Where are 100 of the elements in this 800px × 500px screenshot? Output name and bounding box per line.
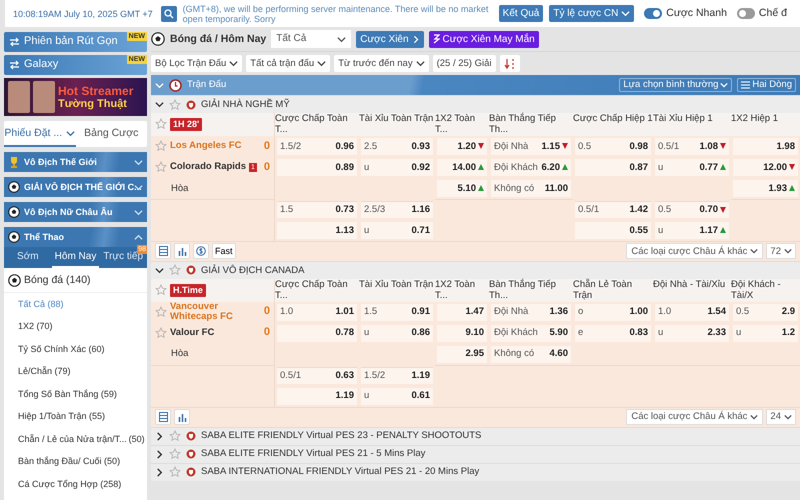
star-icon[interactable]	[169, 466, 181, 478]
odds-cell[interactable]: 0.87	[575, 158, 651, 176]
odds-cell[interactable]: Đội Khách 6.20	[491, 158, 571, 176]
sport-tab[interactable]: Sớm	[4, 247, 52, 268]
toggle-switch[interactable]	[736, 8, 755, 19]
odds-cell[interactable]: o 1.00	[575, 304, 651, 321]
odds-cell[interactable]: 1.93	[733, 180, 798, 197]
star-icon[interactable]	[155, 327, 167, 340]
search-button[interactable]	[160, 6, 177, 22]
odds-cell[interactable]: 12.00	[733, 158, 798, 176]
odds-cell[interactable]: 1.13	[277, 222, 357, 239]
tool-button[interactable]	[174, 243, 190, 260]
odds-cell[interactable]: e 0.83	[575, 324, 651, 342]
section-header[interactable]: Vô Địch Nữ Châu Âu	[4, 202, 147, 222]
odds-cell[interactable]: 0.78	[277, 324, 357, 342]
tool-button[interactable]	[155, 243, 171, 260]
chevron-right-icon[interactable]	[155, 432, 164, 441]
market-item[interactable]: Bàn thắng Đầu/ Cuối (50)	[4, 450, 147, 473]
market-item[interactable]: Lẻ/Chẵn (79)	[4, 360, 147, 383]
odds-cell[interactable]: Đội Nhà 1.36	[491, 304, 571, 321]
odds-cell[interactable]: u 0.77	[655, 158, 729, 176]
odds-cell[interactable]: 1.19	[277, 388, 357, 405]
odds-cell[interactable]: 1.5 0.73	[277, 200, 357, 218]
odds-cell[interactable]: 14.00	[437, 158, 487, 176]
odds-cell[interactable]: 0.5/1 1.42	[575, 200, 651, 218]
market-item[interactable]: Cá Cược Tổng Hợp (258)	[4, 473, 147, 496]
filter-dropdown[interactable]: Bộ Lọc Trận Đấu	[151, 55, 242, 72]
odds-cell[interactable]: u 0.71	[361, 222, 433, 239]
odds-cell[interactable]: u 0.92	[361, 158, 433, 176]
sport-item[interactable]: Bóng đá (140)	[4, 268, 147, 293]
sidebar-tab[interactable]: Bảng Cược	[76, 121, 147, 147]
star-icon[interactable]	[169, 430, 181, 442]
odds-cell[interactable]: 2.95	[437, 346, 487, 363]
chevron-right-icon[interactable]	[155, 468, 164, 477]
star-icon[interactable]	[169, 448, 181, 460]
odds-cell[interactable]: 1.5/2 0.96	[277, 138, 357, 155]
odds-cell[interactable]: 5.10	[437, 180, 487, 197]
odds-cell[interactable]: 0.55	[575, 222, 651, 239]
lucky-parlay-button[interactable]: Cược Xiên May Mắn	[428, 30, 539, 48]
odds-cell[interactable]: 1.0 1.01	[277, 304, 357, 321]
market-item[interactable]: Tỷ Số Chính Xác (60)	[4, 338, 147, 360]
tool-button[interactable]	[155, 409, 171, 426]
odds-cell[interactable]: u 0.61	[361, 388, 433, 405]
odds-cell[interactable]: u 1.17	[655, 222, 729, 239]
odds-cell[interactable]: 9.10	[437, 324, 487, 342]
filter-dropdown[interactable]: Tất cả trận đấu	[246, 55, 330, 72]
market-item[interactable]: Tất Cả (88)	[4, 293, 147, 316]
star-icon[interactable]	[155, 306, 167, 318]
star-icon[interactable]	[155, 140, 167, 152]
section-header[interactable]: GIẢI VÔ ĐỊCH THẾ GIỚI C...	[4, 177, 147, 197]
section-header[interactable]: Vô Địch Thế Giới	[4, 152, 147, 172]
count-dropdown[interactable]: 72	[766, 243, 796, 260]
odds-cell[interactable]: u 0.86	[361, 324, 433, 342]
odds-cell[interactable]: 1.0 1.54	[655, 304, 729, 321]
odds-cell[interactable]: 0.5/1 0.63	[277, 366, 357, 384]
section-header[interactable]: Thể Thao	[4, 227, 147, 247]
odds-cell[interactable]: 0.5 2.9	[733, 304, 798, 321]
odds-cell[interactable]: 2.5 0.93	[361, 138, 433, 155]
tool-button[interactable]	[193, 243, 209, 260]
toggle-switch[interactable]	[644, 8, 662, 19]
odds-cell[interactable]: 1.98	[733, 138, 798, 155]
chevron-right-icon[interactable]	[155, 450, 164, 459]
odds-cell[interactable]: 1.5/2 1.19	[361, 366, 433, 384]
market-item[interactable]: Tổng Số Bàn Thắng (59)	[4, 383, 147, 406]
filter-dropdown[interactable]: Từ trước đến nay	[334, 55, 429, 72]
odds-cell[interactable]: 0.5 0.98	[575, 138, 651, 155]
odds-cell[interactable]: 0.5/1 1.08	[655, 138, 729, 155]
league-name[interactable]: GIẢI NHÀ NGHỀ MỸ	[201, 98, 290, 110]
odds-cell[interactable]: u 2.33	[655, 324, 729, 342]
odds-cell[interactable]: 0.89	[277, 158, 357, 176]
odds-cell[interactable]: Không có 4.60	[491, 346, 571, 363]
sidebar-tab[interactable]: Phiếu Đặt ...	[4, 121, 76, 147]
odds-cell[interactable]: Đội Khách 5.90	[491, 324, 571, 342]
promo-banner[interactable]: Hot Streamer Tường Thuật	[4, 78, 147, 116]
parlay-button[interactable]: Cược Xiên	[356, 30, 424, 48]
odds-cell[interactable]: 1.20	[437, 138, 487, 155]
count-dropdown[interactable]: 24	[766, 409, 796, 426]
star-icon[interactable]	[169, 264, 181, 276]
chevron-down-icon[interactable]	[155, 100, 164, 109]
market-dropdown[interactable]: Các loại cược Châu Á khác	[626, 409, 764, 426]
view-dropdown[interactable]: Lựa chọn bình thường	[619, 78, 732, 92]
sort-button[interactable]	[500, 55, 520, 72]
market-item[interactable]: Hiệp 1/Toàn Trận (55)	[4, 406, 147, 428]
star-icon[interactable]	[169, 98, 181, 110]
odds-cell[interactable]: u 1.2	[733, 324, 798, 342]
league-name[interactable]: GIẢI VÔ ĐỊCH CANADA	[201, 264, 304, 276]
odds-cell[interactable]: 2.5/3 1.16	[361, 200, 433, 218]
tool-button[interactable]: Fast	[212, 243, 236, 260]
odds-dropdown[interactable]: Tỷ lệ cược CN	[549, 5, 634, 22]
market-item[interactable]: 1X2 (70)	[4, 316, 147, 338]
market-select[interactable]: Tất Cả	[271, 30, 352, 48]
star-icon[interactable]	[155, 284, 167, 296]
odds-cell[interactable]: 1.47	[437, 304, 487, 321]
chevron-down-icon[interactable]	[155, 266, 164, 275]
results-button[interactable]: Kết Quả	[498, 5, 544, 22]
market-dropdown[interactable]: Các loại cược Châu Á khác	[626, 243, 764, 260]
star-icon[interactable]	[155, 161, 167, 174]
market-item[interactable]: Chẵn / Lẻ của Nửa trận/T... (50)	[4, 428, 147, 450]
rows-dropdown[interactable]: Hai Dòng	[737, 78, 796, 92]
odds-cell[interactable]: 0.5 0.70	[655, 200, 729, 218]
